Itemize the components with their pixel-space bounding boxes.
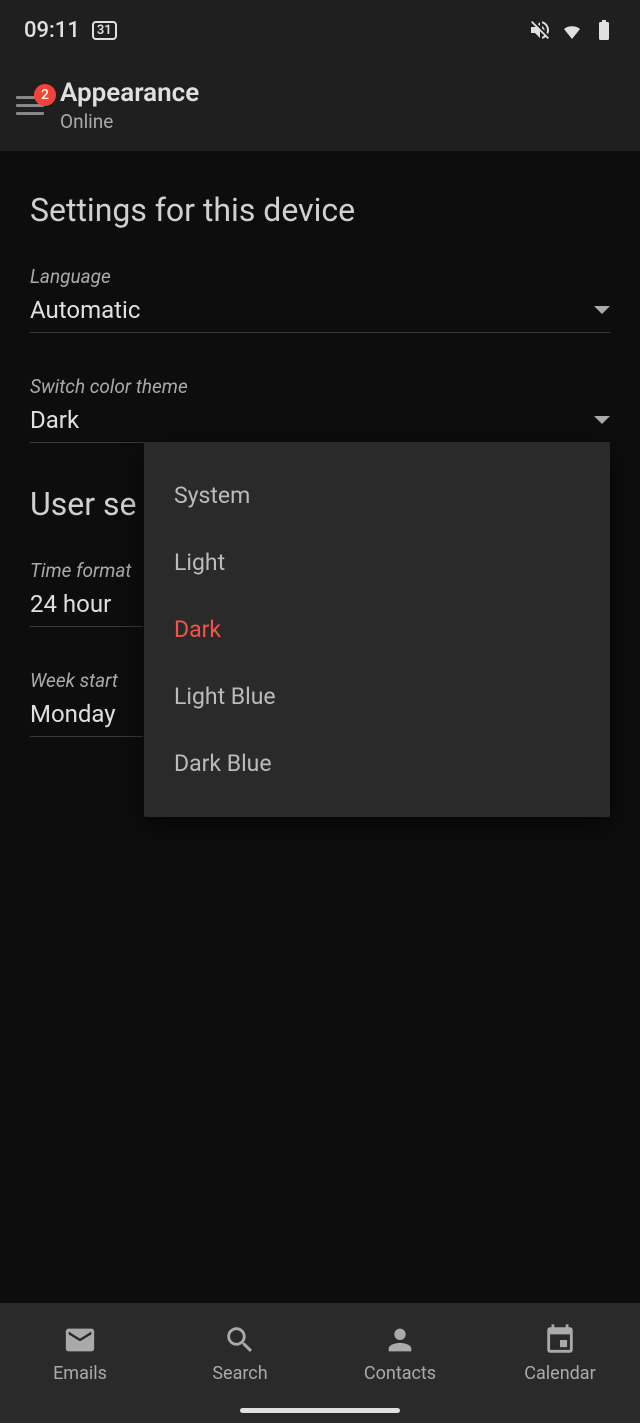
theme-label: Switch color theme — [30, 375, 610, 398]
bottom-navigation: Emails Search Contacts Calendar — [0, 1303, 640, 1423]
mute-icon — [528, 18, 552, 42]
app-header: 2 Appearance Online — [0, 60, 640, 151]
week-start-label: Week start — [30, 669, 143, 692]
search-icon — [223, 1323, 257, 1357]
language-setting[interactable]: Language Automatic — [30, 265, 610, 333]
nav-emails[interactable]: Emails — [0, 1323, 160, 1384]
time-format-setting[interactable]: Time format 24 hour — [30, 559, 143, 627]
calendar-day-icon: 31 — [92, 21, 117, 40]
nav-contacts-label: Contacts — [364, 1363, 436, 1384]
section-title-device: Settings for this device — [30, 191, 610, 229]
theme-value: Dark — [30, 406, 79, 434]
theme-setting[interactable]: Switch color theme Dark — [30, 375, 610, 443]
header-text: Appearance Online — [60, 78, 199, 133]
time-format-value: 24 hour — [30, 590, 111, 618]
notification-badge: 2 — [34, 84, 56, 106]
chevron-down-icon — [594, 306, 610, 314]
chevron-down-icon — [594, 416, 610, 424]
status-bar: 09:11 31 — [0, 0, 640, 60]
wifi-icon — [560, 18, 584, 42]
nav-emails-label: Emails — [53, 1363, 107, 1384]
language-value: Automatic — [30, 296, 140, 324]
theme-option-system[interactable]: System — [144, 462, 610, 529]
week-start-value: Monday — [30, 700, 116, 728]
email-icon — [63, 1323, 97, 1357]
contacts-icon — [383, 1323, 417, 1357]
calendar-icon — [543, 1323, 577, 1357]
status-text: Online — [60, 110, 199, 133]
home-indicator[interactable] — [240, 1408, 400, 1413]
language-label: Language — [30, 265, 610, 288]
status-right — [528, 18, 616, 42]
theme-option-light[interactable]: Light — [144, 529, 610, 596]
nav-search[interactable]: Search — [160, 1323, 320, 1384]
status-time: 09:11 — [24, 18, 80, 43]
nav-calendar[interactable]: Calendar — [480, 1323, 640, 1384]
theme-option-dark-blue[interactable]: Dark Blue — [144, 730, 610, 797]
time-format-label: Time format — [30, 559, 143, 582]
nav-contacts[interactable]: Contacts — [320, 1323, 480, 1384]
battery-icon — [592, 18, 616, 42]
nav-calendar-label: Calendar — [524, 1363, 595, 1384]
theme-option-dark[interactable]: Dark — [144, 596, 610, 663]
theme-dropdown-menu: System Light Dark Light Blue Dark Blue — [144, 442, 610, 817]
nav-search-label: Search — [212, 1363, 267, 1384]
theme-option-light-blue[interactable]: Light Blue — [144, 663, 610, 730]
page-title: Appearance — [60, 78, 199, 108]
menu-button[interactable]: 2 — [14, 90, 46, 121]
status-left: 09:11 31 — [24, 18, 117, 43]
week-start-setting[interactable]: Week start Monday — [30, 669, 143, 737]
